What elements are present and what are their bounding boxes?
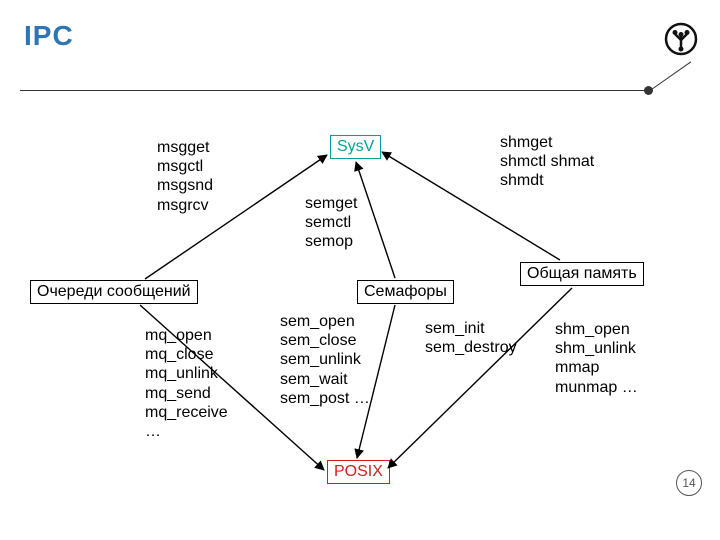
page-number: 14 xyxy=(676,470,702,496)
api-shm-posix: shm_open shm_unlink mmap munmap … xyxy=(555,320,651,397)
logo-icon xyxy=(664,22,698,56)
node-semaphores: Семафоры xyxy=(357,280,454,304)
api-msg-sysv: msgget msgctl msgsnd msgrcv xyxy=(157,138,253,215)
node-sysv: SysV xyxy=(330,135,381,159)
header-rule-tail xyxy=(650,61,692,90)
node-posix: POSIX xyxy=(327,460,390,484)
api-mq-posix: mq_open mq_close mq_unlink mq_send mq_re… xyxy=(145,326,241,441)
node-shared-memory: Общая память xyxy=(520,262,644,286)
api-shm-sysv: shmget shmctl shmat shmdt xyxy=(500,133,596,191)
slide-title: IPC xyxy=(24,20,74,52)
node-message-queues: Очереди сообщений xyxy=(30,280,198,304)
header-rule xyxy=(20,90,650,91)
api-sem-named-posix: sem_open sem_close sem_unlink sem_wait s… xyxy=(280,312,388,408)
api-sem-unnamed-posix: sem_init sem_destroy xyxy=(425,319,533,357)
api-sem-sysv: semget semctl semop xyxy=(305,194,401,252)
